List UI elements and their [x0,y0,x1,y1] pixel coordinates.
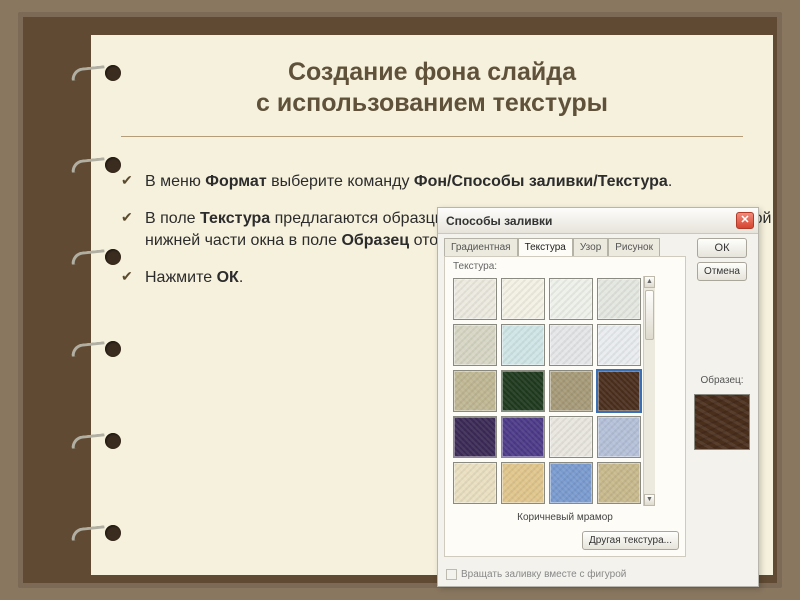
texture-swatch[interactable] [501,278,545,320]
spiral-binding [71,57,113,547]
tab-picture[interactable]: Рисунок [608,238,660,256]
texture-swatch[interactable] [453,462,497,504]
texture-swatch[interactable] [453,324,497,366]
texture-swatch[interactable] [501,462,545,504]
binding-ring [71,241,113,271]
dialog-title: Способы заливки [446,214,552,228]
texture-group: Текстура: ▲ ▼ Коричневый мрамор [444,256,686,557]
dialog-tabs: Градиентная Текстура Узор Рисунок [444,238,686,256]
tab-gradient[interactable]: Градиентная [444,238,518,256]
ok-button[interactable]: ОК [697,238,747,258]
slide-paper: Создание фона слайда с использованием те… [91,35,773,575]
binding-ring [71,57,113,87]
texture-swatch[interactable] [549,370,593,412]
sample-swatch [694,394,750,450]
fill-methods-dialog: Способы заливки ✕ Градиентная Текстура У… [437,207,759,587]
texture-swatch[interactable] [549,278,593,320]
binding-ring [71,425,113,455]
texture-swatch[interactable] [549,416,593,458]
texture-swatch[interactable] [453,278,497,320]
scroll-thumb[interactable] [645,290,654,340]
texture-swatch[interactable] [501,370,545,412]
rotate-with-shape-checkbox[interactable] [446,569,457,580]
texture-swatch[interactable] [453,416,497,458]
texture-swatch[interactable] [597,278,641,320]
tab-pattern[interactable]: Узор [573,238,608,256]
texture-swatch[interactable] [549,324,593,366]
slide-title-line1: Создание фона слайда [288,58,576,86]
texture-swatch[interactable] [453,370,497,412]
slide-title-line2: с использованием текстуры [256,89,608,117]
close-icon[interactable]: ✕ [736,212,754,229]
texture-swatch[interactable] [597,416,641,458]
dialog-body: Градиентная Текстура Узор Рисунок Тексту… [438,234,758,565]
bullet-item: В меню Формат выберите команду Фон/Спосо… [119,171,773,193]
binding-ring [71,333,113,363]
rotate-with-shape-label: Вращать заливку вместе с фигурой [461,569,626,580]
cancel-button[interactable]: Отмена [697,262,747,281]
dialog-titlebar[interactable]: Способы заливки ✕ [438,208,758,234]
tab-texture[interactable]: Текстура [518,238,573,256]
scroll-down-icon[interactable]: ▼ [644,494,655,506]
texture-scrollbar[interactable]: ▲ ▼ [643,276,655,506]
dialog-footer: Вращать заливку вместе с фигурой [438,565,758,586]
slide-frame-inner: Создание фона слайда с использованием те… [23,17,777,583]
selected-texture-name: Коричневый мрамор [451,506,679,531]
other-texture-button[interactable]: Другая текстура... [582,531,679,550]
slide-frame-outer: Создание фона слайда с использованием те… [18,12,782,588]
scroll-track[interactable] [644,342,655,494]
dialog-right-pane: ОК Отмена Образец: [692,238,752,557]
texture-group-label: Текстура: [453,261,679,272]
scroll-up-icon[interactable]: ▲ [644,276,655,288]
texture-grid [451,276,643,506]
texture-scroll-area: ▲ ▼ [451,276,679,506]
texture-swatch[interactable] [549,462,593,504]
slide-title: Создание фона слайда с использованием те… [91,35,773,136]
sample-label: Образец: [700,375,743,386]
texture-swatch[interactable] [597,370,641,412]
dialog-left-pane: Градиентная Текстура Узор Рисунок Тексту… [444,238,686,557]
texture-swatch[interactable] [501,324,545,366]
binding-ring [71,149,113,179]
texture-swatch[interactable] [501,416,545,458]
texture-swatch[interactable] [597,462,641,504]
texture-swatch[interactable] [597,324,641,366]
binding-ring [71,517,113,547]
